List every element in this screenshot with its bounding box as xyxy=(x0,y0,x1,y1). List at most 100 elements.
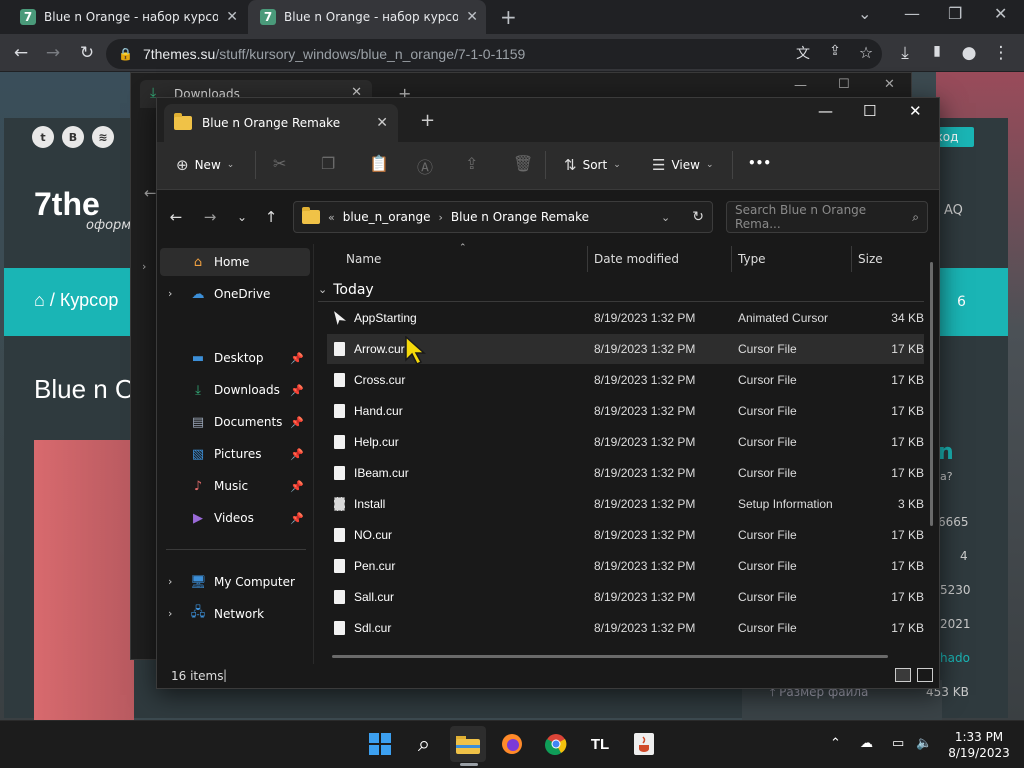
restore-button[interactable]: ❐ xyxy=(948,4,962,23)
forward-arrow-icon[interactable]: → xyxy=(42,43,64,63)
pin-icon[interactable]: 📌 xyxy=(290,416,304,429)
home-icon[interactable]: ⌂ xyxy=(34,290,45,310)
side-panel-icon[interactable]: ▮ xyxy=(926,43,948,59)
nav-item-my-computer[interactable]: 🖥 My Computer xyxy=(160,568,310,596)
pin-icon[interactable]: 📌 xyxy=(290,448,304,461)
copy-icon[interactable]: ❐ xyxy=(321,154,335,173)
new-button[interactable]: ⊕ New ⌄ xyxy=(176,156,234,174)
profile-icon[interactable]: ● xyxy=(958,43,980,63)
nav-item-documents[interactable]: ▤ Documents 📌 xyxy=(160,408,310,436)
share-icon[interactable]: ⇪ xyxy=(824,43,846,59)
search-icon[interactable]: ⌕ xyxy=(406,726,442,762)
system-clock[interactable]: 1:33 PM 8/19/2023 xyxy=(940,729,1018,761)
pin-icon[interactable]: 📌 xyxy=(290,352,304,365)
column-separator[interactable] xyxy=(587,246,588,272)
column-date-modified[interactable]: Date modified xyxy=(594,252,679,266)
java-icon[interactable] xyxy=(626,726,662,762)
back-arrow-icon[interactable]: ← xyxy=(166,208,186,226)
tray-overflow-chevron-icon[interactable]: ⌃ xyxy=(830,736,841,751)
explorer-tab[interactable]: Blue n Orange Remake ✕ xyxy=(164,104,398,142)
forward-arrow-icon[interactable]: → xyxy=(200,208,220,226)
browser-tab-2[interactable]: 7 Blue n Orange - набор курсоров ✕ xyxy=(248,0,486,34)
nav-item-network[interactable]: 🖧 Network xyxy=(160,600,310,628)
maximize-button[interactable]: ☐ xyxy=(863,102,876,120)
nav-item-onedrive[interactable]: ☁ OneDrive xyxy=(160,280,310,308)
rss-icon[interactable]: ≋ xyxy=(92,126,114,148)
sort-button[interactable]: ⇅ Sort ⌄ xyxy=(564,156,621,174)
file-row[interactable]: Pen.cur 8/19/2023 1:32 PM Cursor File 17 KB xyxy=(327,551,924,581)
address-bar[interactable]: 🔒 7themes.su/stuff/kursory_windows/blue_… xyxy=(106,39,882,69)
paste-icon[interactable]: 📋 xyxy=(369,154,389,173)
nav-item-pictures[interactable]: ▧ Pictures 📌 xyxy=(160,440,310,468)
close-window-button[interactable]: ✕ xyxy=(994,4,1007,23)
new-tab-button[interactable]: + xyxy=(420,110,435,131)
file-row[interactable]: Cross.cur 8/19/2023 1:32 PM Cursor File 17 … xyxy=(327,365,924,395)
new-tab-button[interactable]: + xyxy=(500,5,517,29)
pin-icon[interactable]: 📌 xyxy=(290,512,304,525)
download-icon[interactable]: ⤓ xyxy=(894,43,916,63)
back-arrow-icon[interactable]: ← xyxy=(10,43,32,63)
explorer-address-bar[interactable]: « blue_n_orange › Blue n Orange Remake ⌄… xyxy=(293,201,713,233)
chrome-icon[interactable] xyxy=(538,726,574,762)
breadcrumb-parent[interactable]: blue_n_orange xyxy=(343,210,431,224)
firefox-icon[interactable] xyxy=(494,726,530,762)
column-separator[interactable] xyxy=(851,246,852,272)
back-close-button[interactable]: ✕ xyxy=(884,77,895,92)
browser-tab-1[interactable]: 7 Blue n Orange - набор курсоров ✕ xyxy=(8,0,246,34)
column-type[interactable]: Type xyxy=(738,252,766,266)
group-header-today[interactable]: ⌄ Today xyxy=(318,278,924,302)
file-row[interactable]: Hand.cur 8/19/2023 1:32 PM Cursor File 17 K… xyxy=(327,396,924,426)
minimize-button[interactable]: — xyxy=(818,102,833,120)
file-row[interactable]: Sdl.cur 8/19/2023 1:32 PM Cursor File 17 KB xyxy=(327,613,924,643)
explorer-search-box[interactable]: Search Blue n Orange Rema... ⌕ xyxy=(726,201,928,233)
faq-link[interactable]: AQ xyxy=(944,203,963,218)
close-tab-icon[interactable]: ✕ xyxy=(376,115,388,131)
rename-icon[interactable]: Ⓐ xyxy=(417,154,433,178)
bookmark-star-icon[interactable]: ☆ xyxy=(855,43,877,62)
file-explorer-icon[interactable] xyxy=(450,726,486,762)
site-breadcrumb[interactable]: ⌂ / Курсор xyxy=(34,290,118,311)
back-minimize-button[interactable]: — xyxy=(794,78,807,93)
view-button[interactable]: ☰ View ⌄ xyxy=(652,156,713,174)
column-separator[interactable] xyxy=(731,246,732,272)
pin-icon[interactable]: 📌 xyxy=(290,384,304,397)
back-window-chevron-icon[interactable]: › xyxy=(142,260,146,273)
pin-icon[interactable]: 📌 xyxy=(290,480,304,493)
menu-kebab-icon[interactable]: ⋮ xyxy=(990,43,1012,63)
display-settings-icon[interactable]: ▭ xyxy=(892,736,904,751)
chevron-down-icon[interactable]: ⌄ xyxy=(858,4,871,23)
minimize-button[interactable]: — xyxy=(904,4,920,23)
file-row[interactable]: Sall.cur 8/19/2023 1:32 PM Cursor File 17 K… xyxy=(327,582,924,612)
nav-item-videos[interactable]: ▶ Videos 📌 xyxy=(160,504,310,532)
close-window-button[interactable]: ✕ xyxy=(909,102,922,120)
details-view-icon[interactable] xyxy=(895,668,911,682)
horizontal-scrollbar[interactable] xyxy=(332,655,888,658)
twitter-icon[interactable]: t xyxy=(32,126,54,148)
address-dropdown-icon[interactable]: ⌄ xyxy=(661,211,670,224)
more-options-button[interactable]: ••• xyxy=(748,156,771,170)
breadcrumb-current[interactable]: Blue n Orange Remake xyxy=(451,210,589,224)
volume-icon[interactable]: 🔈 xyxy=(916,736,932,751)
back-maximize-button[interactable]: ☐ xyxy=(838,77,850,92)
nav-item-home[interactable]: ⌂ Home xyxy=(160,248,310,276)
vk-icon[interactable]: B xyxy=(62,126,84,148)
network-disconnected-icon[interactable]: ☁ xyxy=(860,736,873,751)
file-row[interactable]: Install 8/19/2023 1:32 PM Setup Informatio… xyxy=(327,489,924,519)
column-size[interactable]: Size xyxy=(858,252,883,266)
recent-locations-chevron-icon[interactable]: ⌄ xyxy=(232,210,252,224)
nav-item-desktop[interactable]: ▬ Desktop 📌 xyxy=(160,344,310,372)
close-tab-icon[interactable]: ✕ xyxy=(466,9,478,25)
share-icon[interactable]: ⇪ xyxy=(465,154,478,173)
back-window-back-icon[interactable]: ← xyxy=(144,184,157,202)
delete-icon[interactable]: 🗑 xyxy=(513,154,533,173)
reload-icon[interactable]: ↻ xyxy=(76,43,98,63)
nav-item-downloads[interactable]: ⤓ Downloads 📌 xyxy=(160,376,310,404)
nav-item-music[interactable]: ♪ Music 📌 xyxy=(160,472,310,500)
up-arrow-icon[interactable]: ↑ xyxy=(261,208,281,226)
cut-icon[interactable]: ✂ xyxy=(273,154,286,173)
file-row[interactable]: NO.cur 8/19/2023 1:32 PM Cursor File 17 KB xyxy=(327,520,924,550)
column-name[interactable]: Name xyxy=(346,252,381,266)
windows-start-icon[interactable] xyxy=(362,726,398,762)
address-overflow[interactable]: « xyxy=(328,211,335,224)
file-row[interactable]: Help.cur 8/19/2023 1:32 PM Cursor File 17 K… xyxy=(327,427,924,457)
